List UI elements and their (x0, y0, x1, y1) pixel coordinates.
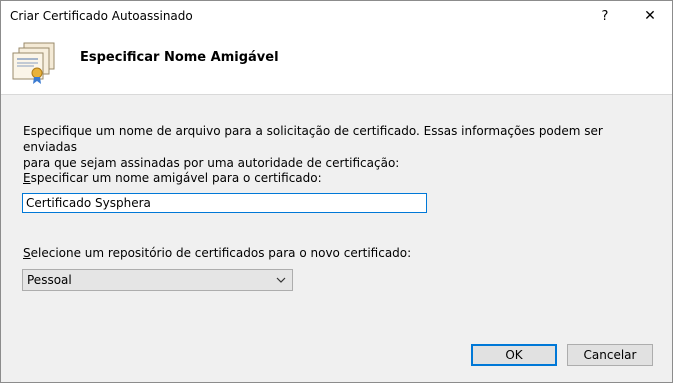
content-area: Especifique um nome de arquivo para a so… (1, 95, 672, 382)
ok-button[interactable]: OK (471, 344, 557, 366)
window-title: Criar Certificado Autoassinado (10, 9, 193, 23)
wizard-header: Especificar Nome Amigável (1, 32, 672, 95)
title-bar: Criar Certificado Autoassinado ? ✕ (1, 1, 672, 32)
help-icon: ? (601, 9, 609, 24)
instructions-line-1: Especifique um nome de arquivo para a so… (23, 124, 603, 154)
chevron-down-icon (276, 277, 286, 283)
instructions-line-2: para que sejam assinadas por uma autorid… (23, 156, 400, 170)
dialog-window: Criar Certificado Autoassinado ? ✕ Espec… (0, 0, 673, 383)
close-button[interactable]: ✕ (628, 1, 672, 32)
instructions-text: Especifique um nome de arquivo para a so… (23, 123, 623, 171)
close-icon: ✕ (644, 8, 656, 24)
store-label: Selecione um repositório de certificados… (23, 246, 412, 260)
friendly-name-input[interactable] (22, 193, 427, 213)
page-title: Especificar Nome Amigável (80, 50, 279, 65)
certificate-store-select[interactable]: Pessoal (22, 269, 293, 291)
help-button[interactable]: ? (583, 1, 627, 32)
friendly-name-label: Especificar um nome amigável para o cert… (23, 171, 322, 185)
certificates-icon (12, 42, 55, 84)
certificate-store-value: Pessoal (27, 273, 72, 287)
cancel-button[interactable]: Cancelar (567, 344, 653, 366)
